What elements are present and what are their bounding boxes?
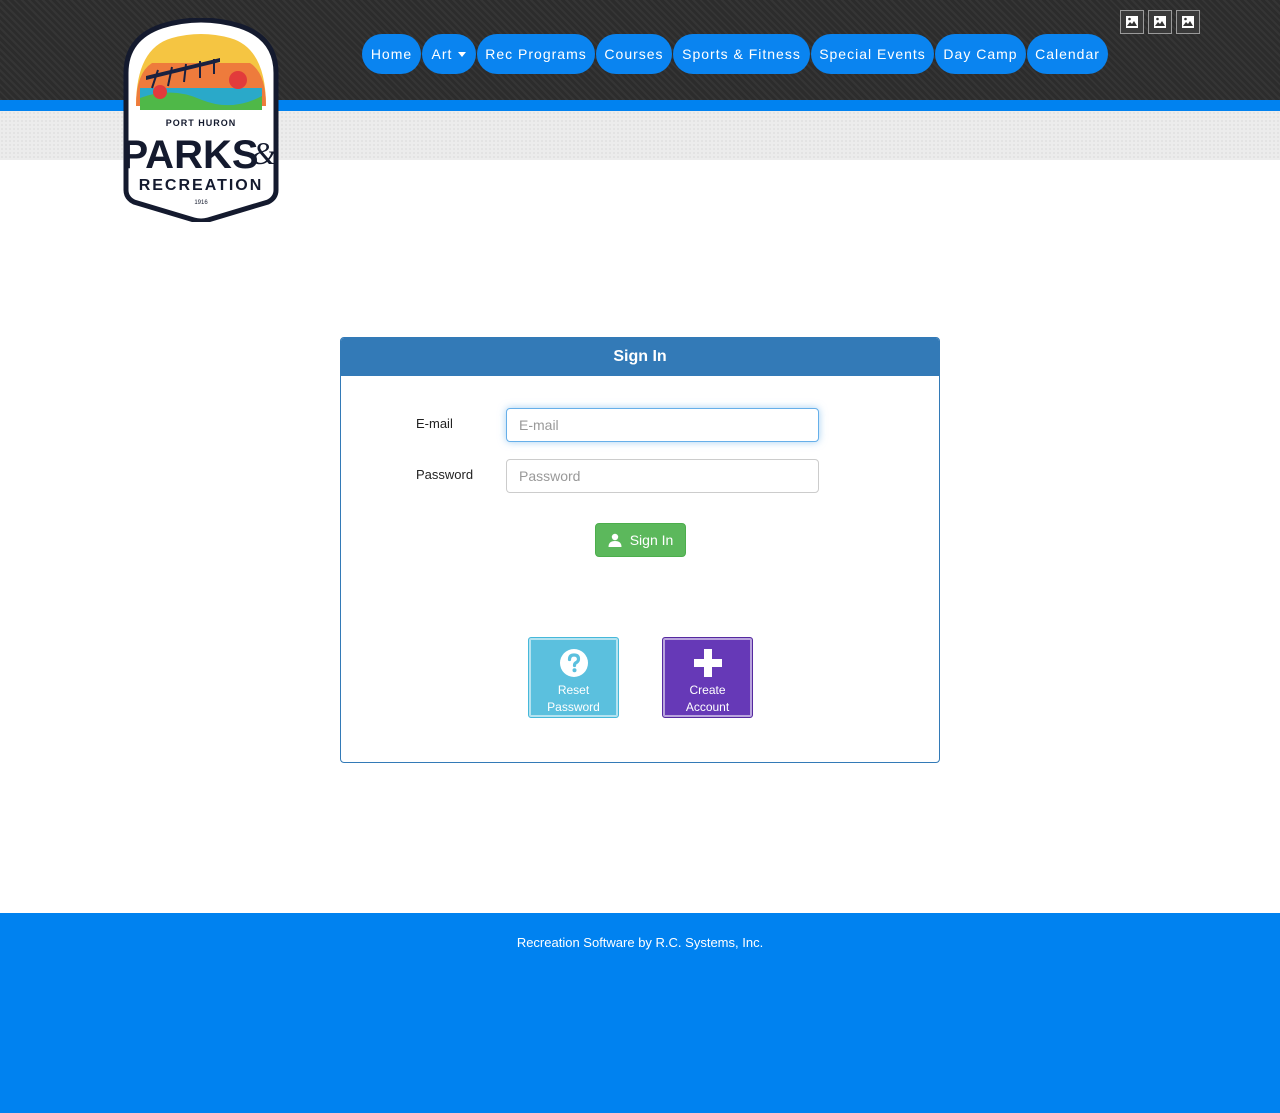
password-label: Password	[416, 467, 474, 482]
reset-password-button[interactable]: Reset Password	[528, 637, 619, 718]
nav-art[interactable]: Art	[422, 34, 476, 74]
password-field[interactable]	[506, 459, 819, 493]
create-label-line1: Create	[689, 683, 726, 697]
footer: Recreation Software by R.C. Systems, Inc…	[0, 913, 1280, 1113]
logo-amp-text: &	[252, 135, 277, 171]
plus-icon	[693, 649, 722, 677]
nav-label: Home	[370, 46, 413, 62]
question-circle-icon	[559, 649, 588, 677]
utility-icons	[1120, 10, 1200, 34]
sign-in-button[interactable]: Sign In	[595, 523, 686, 557]
caret-down-icon	[458, 51, 467, 57]
nav-special-events[interactable]: Special Events	[811, 34, 934, 74]
create-label-line2: Account	[685, 700, 730, 714]
nav-home[interactable]: Home	[362, 34, 421, 74]
email-field[interactable]	[506, 408, 819, 442]
image-icon[interactable]	[1176, 10, 1200, 34]
nav-sports-fitness[interactable]: Sports & Fitness	[673, 34, 810, 74]
create-account-button[interactable]: Create Account	[662, 637, 753, 718]
nav-label: Courses	[604, 46, 664, 62]
nav-label: Special Events	[819, 46, 926, 62]
logo-top-text: PORT HURON	[166, 118, 237, 128]
image-icon[interactable]	[1148, 10, 1172, 34]
nav-rec-programs[interactable]: Rec Programs	[477, 34, 595, 74]
nav-label: Sports & Fitness	[682, 46, 801, 62]
footer-credit-link[interactable]: Recreation Software by R.C. Systems, Inc…	[0, 935, 1280, 950]
email-label: E-mail	[416, 416, 453, 431]
nav-courses[interactable]: Courses	[596, 34, 672, 74]
nav-day-camp[interactable]: Day Camp	[935, 34, 1026, 74]
image-icon[interactable]	[1120, 10, 1144, 34]
reset-label-line1: Reset	[557, 683, 590, 697]
sign-in-label: Sign In	[629, 532, 674, 548]
nav-label: Art	[431, 46, 453, 62]
nav-label: Day Camp	[943, 46, 1018, 62]
nav-calendar[interactable]: Calendar	[1027, 34, 1108, 74]
logo-sub-text: RECREATION	[139, 177, 264, 194]
user-icon	[608, 533, 622, 547]
panel-title: Sign In	[341, 338, 939, 376]
parks-recreation-logo[interactable]: PORT HURON PARKS & RECREATION 1916	[112, 18, 290, 222]
logo-year-text: 1916	[194, 200, 208, 206]
nav-label: Rec Programs	[485, 46, 587, 62]
reset-label-line2: Password	[547, 700, 600, 714]
logo-main-text: PARKS	[121, 133, 258, 177]
signin-panel: Sign In E-mail Password Sign In Reset Pa…	[340, 337, 940, 763]
nav-label: Calendar	[1035, 46, 1100, 62]
